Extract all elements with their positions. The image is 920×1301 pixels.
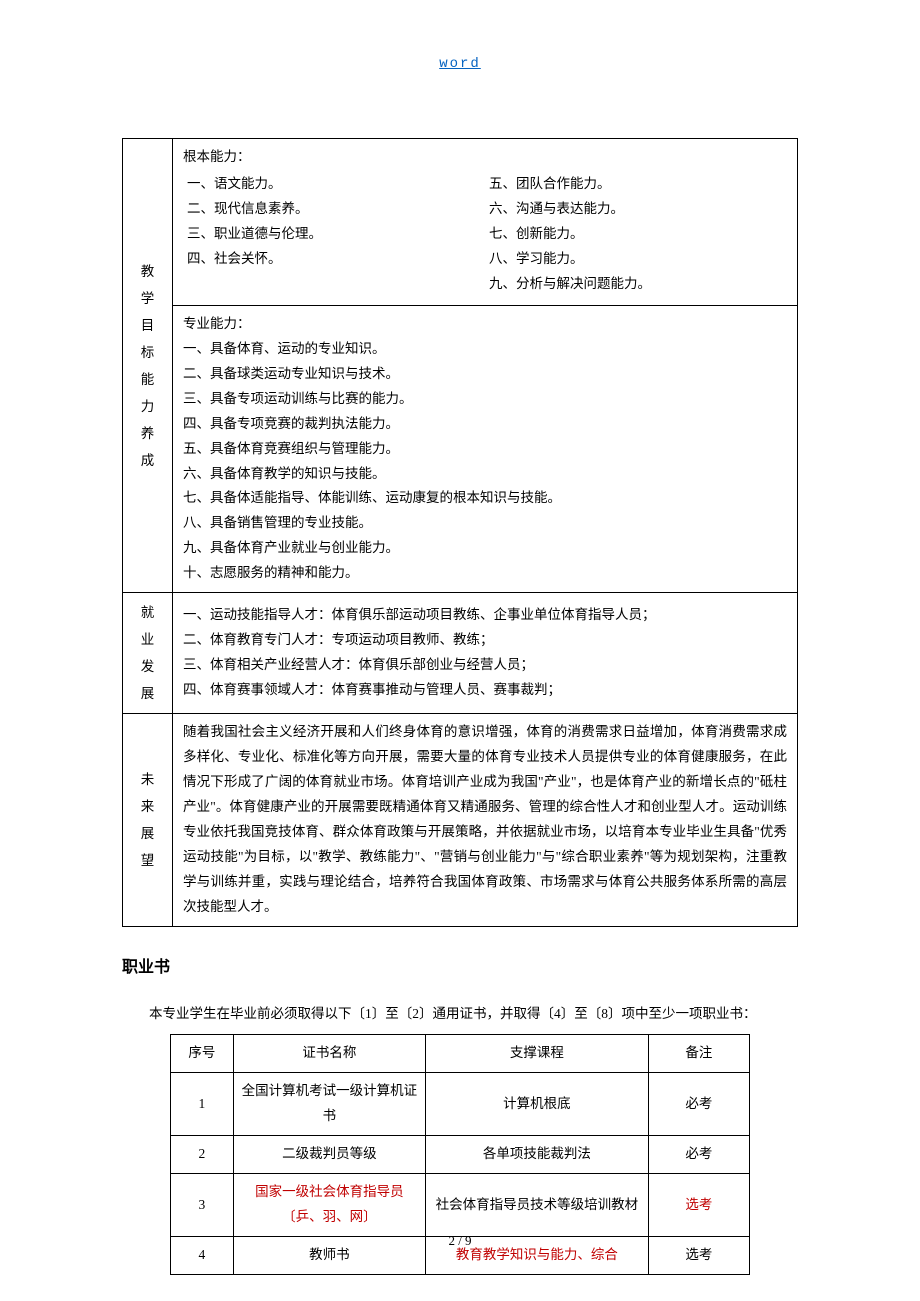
list-item: 二、具备球类运动专业知识与技术。 — [183, 362, 787, 387]
cert-cell: 必考 — [648, 1073, 749, 1136]
cert-row: 2二级裁判员等级各单项技能裁判法必考 — [171, 1136, 750, 1174]
cert-section-title: 职业书 — [122, 953, 798, 983]
basic-columns: 一、语文能力。二、现代信息素养。三、职业道德与伦理。四、社会关怀。 五、团队合作… — [183, 170, 787, 299]
list-item: 三、具备专项运动训练与比赛的能力。 — [183, 387, 787, 412]
list-item: 九、具备体育产业就业与创业能力。 — [183, 536, 787, 561]
cert-intro: 本专业学生在毕业前必须取得以下〔1〕至〔2〕通用证书，并取得〔4〕至〔8〕项中至… — [122, 999, 798, 1029]
list-item: 十、志愿服务的精神和能力。 — [183, 561, 787, 586]
cert-cell: 2 — [171, 1136, 234, 1174]
rowlabel-future: 未来展望 — [123, 714, 173, 927]
pro-title: 专业能力： — [183, 312, 787, 337]
rowlabel-text: 教学目标能力养成 — [141, 264, 155, 468]
cert-cell: 全国计算机考试一级计算机证书 — [233, 1073, 425, 1136]
pro-list: 一、具备体育、运动的专业知识。二、具备球类运动专业知识与技术。三、具备专项运动训… — [183, 337, 787, 587]
list-item: 七、创新能力。 — [489, 222, 783, 247]
list-item: 四、社会关怀。 — [187, 247, 481, 272]
list-item: 二、体育教育专门人才：专项运动项目教师、教练； — [183, 628, 787, 653]
rowlabel-text: 未来展望 — [141, 772, 155, 868]
list-item: 一、具备体育、运动的专业知识。 — [183, 337, 787, 362]
list-item: 四、体育赛事领域人才：体育赛事推动与管理人员、赛事裁判； — [183, 678, 787, 703]
list-item: 四、具备专项竞赛的裁判执法能力。 — [183, 412, 787, 437]
list-item: 七、具备体适能指导、体能训练、运动康复的根本知识与技能。 — [183, 486, 787, 511]
cert-cell: 3 — [171, 1174, 234, 1237]
list-item: 一、运动技能指导人才：体育俱乐部运动项目教练、企事业单位体育指导人员； — [183, 603, 787, 628]
basic-right: 五、团队合作能力。六、沟通与表达能力。七、创新能力。八、学习能力。九、分析与解决… — [485, 170, 787, 299]
list-item: 八、具备销售管理的专业技能。 — [183, 511, 787, 536]
table-row: 就业发展 一、运动技能指导人才：体育俱乐部运动项目教练、企事业单位体育指导人员；… — [123, 593, 798, 714]
cert-cell: 1 — [171, 1073, 234, 1136]
list-item: 一、语文能力。 — [187, 172, 481, 197]
main-table: 教学目标能力养成 根本能力： 一、语文能力。二、现代信息素养。三、职业道德与伦理… — [122, 138, 798, 927]
cert-cell: 各单项技能裁判法 — [426, 1136, 649, 1174]
career-cell: 一、运动技能指导人才：体育俱乐部运动项目教练、企事业单位体育指导人员；二、体育教… — [173, 593, 798, 714]
rowlabel-career: 就业发展 — [123, 593, 173, 714]
cert-header: 支撑课程 — [426, 1035, 649, 1073]
cert-header: 备注 — [648, 1035, 749, 1073]
table-row: 未来展望 随着我国社会主义经济开展和人们终身体育的意识增强，体育的消费需求日益增… — [123, 714, 798, 927]
list-item: 五、团队合作能力。 — [489, 172, 783, 197]
cert-header-row: 序号 证书名称 支撑课程 备注 — [171, 1035, 750, 1073]
cert-cell: 必考 — [648, 1136, 749, 1174]
table-row: 教学目标能力养成 根本能力： 一、语文能力。二、现代信息素养。三、职业道德与伦理… — [123, 138, 798, 305]
pro-ability-cell: 专业能力： 一、具备体育、运动的专业知识。二、具备球类运动专业知识与技术。三、具… — [173, 305, 798, 593]
basic-ability-cell: 根本能力： 一、语文能力。二、现代信息素养。三、职业道德与伦理。四、社会关怀。 … — [173, 138, 798, 305]
cert-header: 证书名称 — [233, 1035, 425, 1073]
list-item: 九、分析与解决问题能力。 — [489, 272, 783, 297]
list-item: 五、具备体育竞赛组织与管理能力。 — [183, 437, 787, 462]
list-item: 二、现代信息素养。 — [187, 197, 481, 222]
page-footer: 2 / 9 — [0, 1229, 920, 1253]
header-link[interactable]: word — [122, 52, 798, 78]
list-item: 三、职业道德与伦理。 — [187, 222, 481, 247]
rowlabel-teaching: 教学目标能力养成 — [123, 138, 173, 592]
cert-cell: 二级裁判员等级 — [233, 1136, 425, 1174]
table-row: 专业能力： 一、具备体育、运动的专业知识。二、具备球类运动专业知识与技术。三、具… — [123, 305, 798, 593]
list-item: 八、学习能力。 — [489, 247, 783, 272]
basic-title: 根本能力： — [183, 145, 787, 170]
list-item: 六、沟通与表达能力。 — [489, 197, 783, 222]
cert-header: 序号 — [171, 1035, 234, 1073]
rowlabel-text: 就业发展 — [141, 605, 155, 701]
cert-cell: 社会体育指导员技术等级培训教材 — [426, 1174, 649, 1237]
cert-cell: 国家一级社会体育指导员〔乒、羽、网〕 — [233, 1174, 425, 1237]
basic-left: 一、语文能力。二、现代信息素养。三、职业道德与伦理。四、社会关怀。 — [183, 170, 485, 299]
future-cell: 随着我国社会主义经济开展和人们终身体育的意识增强，体育的消费需求日益增加，体育消… — [173, 714, 798, 927]
list-item: 六、具备体育教学的知识与技能。 — [183, 462, 787, 487]
cert-row: 1全国计算机考试一级计算机证书计算机根底必考 — [171, 1073, 750, 1136]
cert-cell: 选考 — [648, 1174, 749, 1237]
list-item: 三、体育相关产业经营人才：体育俱乐部创业与经营人员； — [183, 653, 787, 678]
cert-cell: 计算机根底 — [426, 1073, 649, 1136]
cert-row: 3国家一级社会体育指导员〔乒、羽、网〕社会体育指导员技术等级培训教材选考 — [171, 1174, 750, 1237]
